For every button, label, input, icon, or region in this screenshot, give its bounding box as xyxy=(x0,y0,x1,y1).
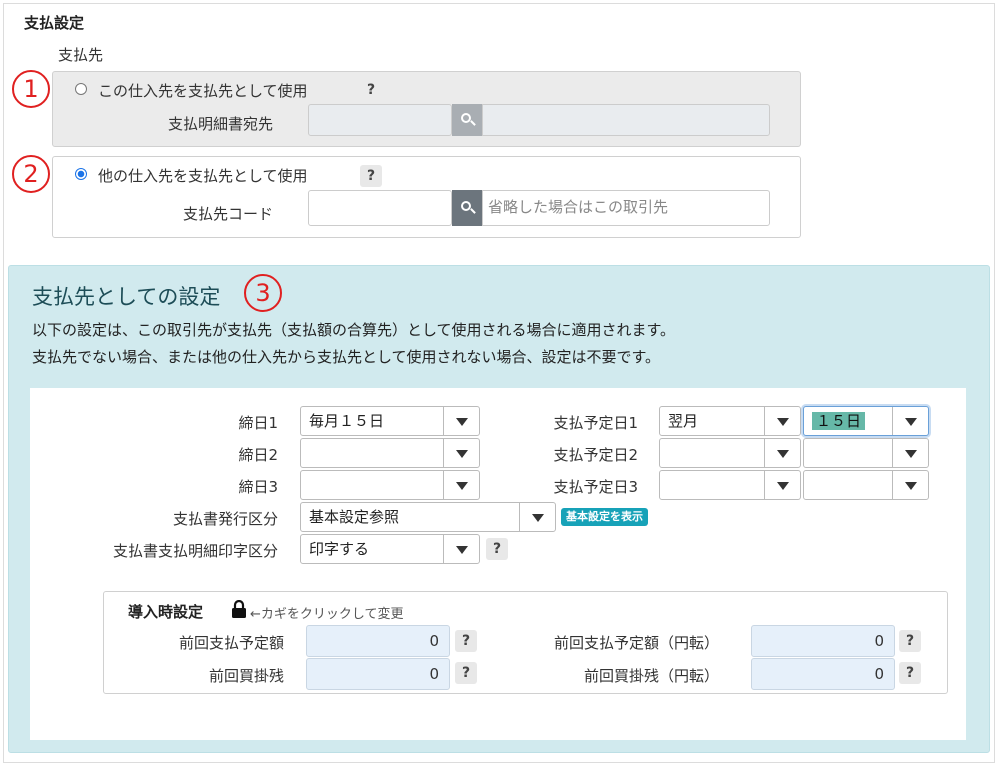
print-class-select[interactable]: 印字する xyxy=(300,534,480,564)
payee-code-label: 支払先コード xyxy=(183,205,274,223)
chevron-down-icon xyxy=(892,407,928,435)
payment-day-3-select[interactable] xyxy=(803,470,929,500)
prev-balance-help-icon[interactable]: ? xyxy=(455,662,477,684)
print-class-value: 印字する xyxy=(309,540,370,558)
prev-balance-label: 前回買掛残 xyxy=(208,667,284,685)
payment-day-2-select[interactable] xyxy=(803,438,929,468)
option2-radio[interactable] xyxy=(75,168,87,180)
chevron-down-icon xyxy=(764,407,800,435)
marker-3: 3 xyxy=(244,274,282,312)
prev-planned-yen-label: 前回支払予定額（円転） xyxy=(553,634,719,652)
payment-month-3-select[interactable] xyxy=(659,470,801,500)
payee-label: 支払先 xyxy=(58,46,104,64)
lock-icon[interactable] xyxy=(231,599,247,623)
section-title: 支払設定 xyxy=(24,14,85,32)
closing-day-2-label: 締日2 xyxy=(238,446,278,464)
payee-settings-title: 支払先としての設定 xyxy=(32,285,221,309)
payee-settings-desc-1: 以下の設定は、この取引先が支払先（支払額の合算先）として使用される場合に適用され… xyxy=(32,321,676,339)
payment-month-1-value: 翌月 xyxy=(668,412,699,430)
chevron-down-icon xyxy=(443,439,479,467)
closing-day-3-select[interactable] xyxy=(300,470,480,500)
print-class-help-icon[interactable]: ? xyxy=(486,538,508,560)
chevron-down-icon xyxy=(892,471,928,499)
payment-date-3-label: 支払予定日3 xyxy=(553,478,638,496)
lock-hint: ←カギをクリックして変更 xyxy=(250,607,404,622)
payee-code-input[interactable] xyxy=(308,190,452,226)
marker-2: 2 xyxy=(12,155,50,193)
payment-statement-address-input[interactable] xyxy=(308,104,452,136)
chevron-down-icon xyxy=(443,407,479,435)
marker-1: 1 xyxy=(12,70,50,108)
payment-statement-address-label: 支払明細書宛先 xyxy=(168,115,274,133)
closing-day-3-label: 締日3 xyxy=(238,478,278,496)
option1-search-icon[interactable] xyxy=(452,104,482,136)
issue-class-value: 基本設定参照 xyxy=(309,508,400,526)
payee-settings-desc-2: 支払先でない場合、または他の仕入先から支払先として使用されない場合、設定は不要で… xyxy=(32,348,661,366)
chevron-down-icon xyxy=(764,471,800,499)
intro-settings-title: 導入時設定 xyxy=(128,603,204,621)
prev-balance-input[interactable]: 0 xyxy=(306,658,450,690)
issue-class-label: 支払書発行区分 xyxy=(172,510,278,528)
payment-month-2-select[interactable] xyxy=(659,438,801,468)
chevron-down-icon xyxy=(764,439,800,467)
option1-help-icon[interactable]: ? xyxy=(360,79,382,101)
payment-day-1-select[interactable]: １５日 xyxy=(803,406,929,436)
payment-date-1-label: 支払予定日1 xyxy=(553,414,638,432)
prev-planned-yen-input[interactable]: 0 xyxy=(751,625,895,657)
prev-balance-yen-help-icon[interactable]: ? xyxy=(899,662,921,684)
payment-date-2-label: 支払予定日2 xyxy=(553,446,638,464)
prev-planned-help-icon[interactable]: ? xyxy=(455,630,477,652)
payment-month-1-select[interactable]: 翌月 xyxy=(659,406,801,436)
closing-day-1-select[interactable]: 毎月１５日 xyxy=(300,406,480,436)
closing-day-1-value: 毎月１５日 xyxy=(309,412,385,430)
prev-balance-yen-label: 前回買掛残（円転） xyxy=(583,667,719,685)
option2-label: 他の仕入先を支払先として使用 xyxy=(98,167,308,185)
prev-planned-label: 前回支払予定額 xyxy=(178,634,284,652)
chevron-down-icon xyxy=(519,503,555,531)
prev-planned-input[interactable]: 0 xyxy=(306,625,450,657)
option2-help-icon[interactable]: ? xyxy=(360,165,382,187)
issue-class-select[interactable]: 基本設定参照 xyxy=(300,502,556,532)
chevron-down-icon xyxy=(892,439,928,467)
payment-statement-address-name xyxy=(482,104,770,136)
option1-radio[interactable] xyxy=(75,83,87,95)
prev-balance-yen-input[interactable]: 0 xyxy=(751,658,895,690)
option1-label: この仕入先を支払先として使用 xyxy=(98,82,308,100)
chevron-down-icon xyxy=(443,535,479,563)
closing-day-1-label: 締日1 xyxy=(238,414,278,432)
chevron-down-icon xyxy=(443,471,479,499)
option2-search-icon[interactable] xyxy=(452,190,482,226)
prev-planned-yen-help-icon[interactable]: ? xyxy=(899,630,921,652)
show-basic-settings-button[interactable]: 基本設定を表示 xyxy=(561,508,648,526)
closing-day-2-select[interactable] xyxy=(300,438,480,468)
print-class-label: 支払書支払明細印字区分 xyxy=(112,542,278,560)
payment-day-1-value: １５日 xyxy=(812,412,866,430)
payee-name-placeholder: 省略した場合はこの取引先 xyxy=(488,198,669,216)
